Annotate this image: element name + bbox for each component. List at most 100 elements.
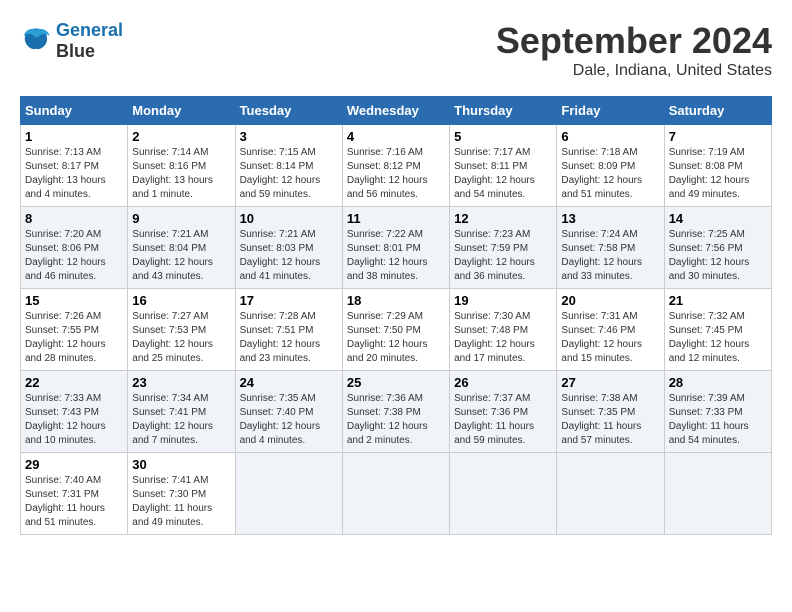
day-info: Sunrise: 7:30 AM Sunset: 7:48 PM Dayligh… — [454, 310, 552, 366]
calendar-week-row: 15 Sunrise: 7:26 AM Sunset: 7:55 PM Dayli… — [21, 289, 772, 371]
day-number: 15 — [25, 293, 123, 308]
day-number: 29 — [25, 457, 123, 472]
day-number: 20 — [561, 293, 659, 308]
day-info: Sunrise: 7:34 AM Sunset: 7:41 PM Dayligh… — [132, 392, 230, 448]
day-number: 2 — [132, 129, 230, 144]
day-number: 5 — [454, 129, 552, 144]
day-info: Sunrise: 7:27 AM Sunset: 7:53 PM Dayligh… — [132, 310, 230, 366]
table-row: 20 Sunrise: 7:31 AM Sunset: 7:46 PM Dayli… — [557, 289, 664, 371]
table-row: 18 Sunrise: 7:29 AM Sunset: 7:50 PM Dayli… — [342, 289, 449, 371]
table-row: 19 Sunrise: 7:30 AM Sunset: 7:48 PM Dayli… — [450, 289, 557, 371]
day-number: 26 — [454, 375, 552, 390]
table-row: 30Sunrise: 7:41 AM Sunset: 7:30 PM Dayli… — [128, 453, 235, 535]
day-info: Sunrise: 7:39 AM Sunset: 7:33 PM Dayligh… — [669, 392, 767, 448]
table-row: 17 Sunrise: 7:28 AM Sunset: 7:51 PM Dayli… — [235, 289, 342, 371]
table-row: 13Sunrise: 7:24 AM Sunset: 7:58 PM Dayli… — [557, 207, 664, 289]
day-info: Sunrise: 7:40 AM Sunset: 7:31 PM Dayligh… — [25, 474, 123, 530]
day-number: 4 — [347, 129, 445, 144]
header-wednesday: Wednesday — [342, 97, 449, 125]
table-row: 27Sunrise: 7:38 AM Sunset: 7:35 PM Dayli… — [557, 371, 664, 453]
table-row: 24 Sunrise: 7:35 AM Sunset: 7:40 PM Dayli… — [235, 371, 342, 453]
table-row — [664, 453, 771, 535]
day-info: Sunrise: 7:18 AM Sunset: 8:09 PM Dayligh… — [561, 146, 659, 202]
table-row: 15 Sunrise: 7:26 AM Sunset: 7:55 PM Dayli… — [21, 289, 128, 371]
table-row: 21Sunrise: 7:32 AM Sunset: 7:45 PM Dayli… — [664, 289, 771, 371]
header-tuesday: Tuesday — [235, 97, 342, 125]
table-row: 26 Sunrise: 7:37 AM Sunset: 7:36 PM Dayli… — [450, 371, 557, 453]
day-number: 17 — [240, 293, 338, 308]
day-info: Sunrise: 7:24 AM Sunset: 7:58 PM Dayligh… — [561, 228, 659, 284]
header-monday: Monday — [128, 97, 235, 125]
day-number: 8 — [25, 211, 123, 226]
table-row: 14 Sunrise: 7:25 AM Sunset: 7:56 PM Dayli… — [664, 207, 771, 289]
day-number: 9 — [132, 211, 230, 226]
day-number: 21 — [669, 293, 767, 308]
day-number: 1 — [25, 129, 123, 144]
calendar-week-row: 1Sunrise: 7:13 AM Sunset: 8:17 PM Daylig… — [21, 125, 772, 207]
day-info: Sunrise: 7:26 AM Sunset: 7:55 PM Dayligh… — [25, 310, 123, 366]
table-row: 9 Sunrise: 7:21 AM Sunset: 8:04 PM Daylig… — [128, 207, 235, 289]
table-row: 11 Sunrise: 7:22 AM Sunset: 8:01 PM Dayli… — [342, 207, 449, 289]
table-row — [235, 453, 342, 535]
day-info: Sunrise: 7:29 AM Sunset: 7:50 PM Dayligh… — [347, 310, 445, 366]
day-info: Sunrise: 7:31 AM Sunset: 7:46 PM Dayligh… — [561, 310, 659, 366]
day-number: 12 — [454, 211, 552, 226]
table-row: 3 Sunrise: 7:15 AM Sunset: 8:14 PM Daylig… — [235, 125, 342, 207]
day-number: 25 — [347, 375, 445, 390]
logo-icon — [20, 27, 52, 55]
calendar-week-row: 8 Sunrise: 7:20 AM Sunset: 8:06 PM Daylig… — [21, 207, 772, 289]
day-number: 23 — [132, 375, 230, 390]
day-number: 22 — [25, 375, 123, 390]
table-row: 8 Sunrise: 7:20 AM Sunset: 8:06 PM Daylig… — [21, 207, 128, 289]
day-number: 16 — [132, 293, 230, 308]
table-row: 7Sunrise: 7:19 AM Sunset: 8:08 PM Daylig… — [664, 125, 771, 207]
day-info: Sunrise: 7:22 AM Sunset: 8:01 PM Dayligh… — [347, 228, 445, 284]
day-info: Sunrise: 7:38 AM Sunset: 7:35 PM Dayligh… — [561, 392, 659, 448]
calendar-week-row: 22Sunrise: 7:33 AM Sunset: 7:43 PM Dayli… — [21, 371, 772, 453]
day-info: Sunrise: 7:35 AM Sunset: 7:40 PM Dayligh… — [240, 392, 338, 448]
table-row: 6 Sunrise: 7:18 AM Sunset: 8:09 PM Daylig… — [557, 125, 664, 207]
day-info: Sunrise: 7:17 AM Sunset: 8:11 PM Dayligh… — [454, 146, 552, 202]
table-row: 2 Sunrise: 7:14 AM Sunset: 8:16 PM Daylig… — [128, 125, 235, 207]
weekday-header-row: Sunday Monday Tuesday Wednesday Thursday… — [21, 97, 772, 125]
header-sunday: Sunday — [21, 97, 128, 125]
day-info: Sunrise: 7:15 AM Sunset: 8:14 PM Dayligh… — [240, 146, 338, 202]
table-row: 29 Sunrise: 7:40 AM Sunset: 7:31 PM Dayli… — [21, 453, 128, 535]
month-title: September 2024 — [496, 20, 772, 62]
table-row: 10Sunrise: 7:21 AM Sunset: 8:03 PM Dayli… — [235, 207, 342, 289]
day-info: Sunrise: 7:14 AM Sunset: 8:16 PM Dayligh… — [132, 146, 230, 202]
table-row — [450, 453, 557, 535]
day-info: Sunrise: 7:36 AM Sunset: 7:38 PM Dayligh… — [347, 392, 445, 448]
table-row: 16 Sunrise: 7:27 AM Sunset: 7:53 PM Dayli… — [128, 289, 235, 371]
day-info: Sunrise: 7:16 AM Sunset: 8:12 PM Dayligh… — [347, 146, 445, 202]
day-number: 28 — [669, 375, 767, 390]
day-number: 14 — [669, 211, 767, 226]
table-row: 28 Sunrise: 7:39 AM Sunset: 7:33 PM Dayli… — [664, 371, 771, 453]
calendar-week-row: 29 Sunrise: 7:40 AM Sunset: 7:31 PM Dayli… — [21, 453, 772, 535]
title-area: September 2024 Dale, Indiana, United Sta… — [496, 20, 772, 80]
table-row — [557, 453, 664, 535]
table-row: 23 Sunrise: 7:34 AM Sunset: 7:41 PM Dayli… — [128, 371, 235, 453]
day-number: 18 — [347, 293, 445, 308]
day-number: 24 — [240, 375, 338, 390]
table-row: 1Sunrise: 7:13 AM Sunset: 8:17 PM Daylig… — [21, 125, 128, 207]
day-number: 19 — [454, 293, 552, 308]
day-number: 10 — [240, 211, 338, 226]
table-row: 4 Sunrise: 7:16 AM Sunset: 8:12 PM Daylig… — [342, 125, 449, 207]
logo: General Blue — [20, 20, 123, 62]
day-info: Sunrise: 7:28 AM Sunset: 7:51 PM Dayligh… — [240, 310, 338, 366]
day-number: 6 — [561, 129, 659, 144]
day-info: Sunrise: 7:20 AM Sunset: 8:06 PM Dayligh… — [25, 228, 123, 284]
day-info: Sunrise: 7:21 AM Sunset: 8:04 PM Dayligh… — [132, 228, 230, 284]
table-row: 5 Sunrise: 7:17 AM Sunset: 8:11 PM Daylig… — [450, 125, 557, 207]
day-info: Sunrise: 7:25 AM Sunset: 7:56 PM Dayligh… — [669, 228, 767, 284]
table-row: 25 Sunrise: 7:36 AM Sunset: 7:38 PM Dayli… — [342, 371, 449, 453]
table-row — [342, 453, 449, 535]
header-friday: Friday — [557, 97, 664, 125]
day-number: 11 — [347, 211, 445, 226]
page-header: General Blue September 2024 Dale, Indian… — [20, 20, 772, 80]
day-info: Sunrise: 7:37 AM Sunset: 7:36 PM Dayligh… — [454, 392, 552, 448]
day-number: 3 — [240, 129, 338, 144]
calendar-table: Sunday Monday Tuesday Wednesday Thursday… — [20, 96, 772, 535]
logo-text: General Blue — [56, 20, 123, 62]
